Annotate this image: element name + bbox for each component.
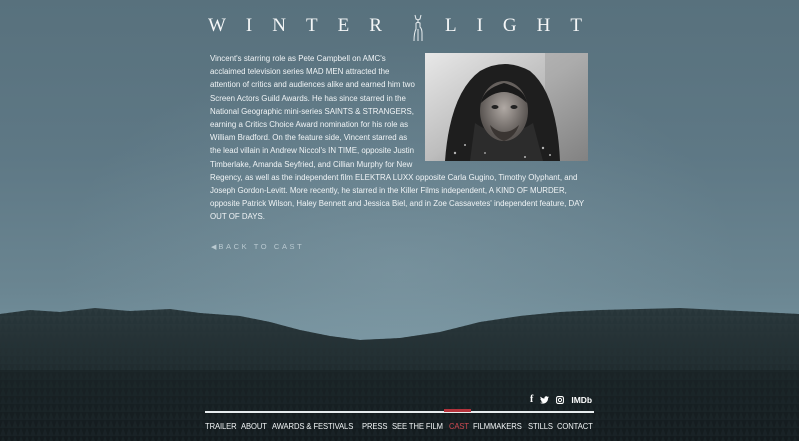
nav-item-press[interactable]: PRESS bbox=[362, 421, 388, 431]
nav-item-contact[interactable]: CONTACT bbox=[557, 421, 593, 431]
logo-word-right: LIGHT bbox=[445, 15, 602, 36]
back-to-cast-label: BACK TO CAST bbox=[218, 242, 305, 251]
deer-icon bbox=[413, 14, 423, 42]
twitter-icon[interactable] bbox=[540, 396, 550, 404]
site-logo[interactable]: WINTER LIGHT bbox=[0, 13, 799, 42]
instagram-icon[interactable] bbox=[556, 396, 565, 404]
imdb-icon[interactable]: IMDb bbox=[571, 395, 592, 405]
back-arrow-icon: ◀ bbox=[211, 244, 217, 251]
page: WINTER LIGHT Vincent's starring role as … bbox=[0, 0, 799, 441]
nav-item-stills[interactable]: STILLS bbox=[528, 421, 553, 431]
logo-word-left: WINTER bbox=[208, 15, 402, 36]
cast-photo bbox=[425, 53, 588, 161]
nav-item-cast[interactable]: CAST bbox=[449, 421, 469, 431]
nav-item-filmmakers[interactable]: FILMMAKERS bbox=[473, 421, 522, 431]
nav-item-about[interactable]: ABOUT bbox=[241, 421, 267, 431]
nav-item-trailer[interactable]: TRAILER bbox=[205, 421, 237, 431]
nav-item-see-the-film[interactable]: SEE THE FILM bbox=[392, 421, 443, 431]
main-nav: TRAILER ABOUT AWARDS & FESTIVALS PRESS S… bbox=[205, 419, 596, 433]
nav-item-awards-festivals[interactable]: AWARDS & FESTIVALS bbox=[272, 421, 353, 431]
nav-divider bbox=[205, 411, 594, 413]
back-to-cast-link[interactable]: ◀ BACK TO CAST bbox=[211, 242, 304, 251]
facebook-icon[interactable]: f bbox=[530, 395, 533, 405]
nav-active-indicator bbox=[444, 409, 471, 412]
social-links: f IMDb bbox=[530, 394, 592, 406]
